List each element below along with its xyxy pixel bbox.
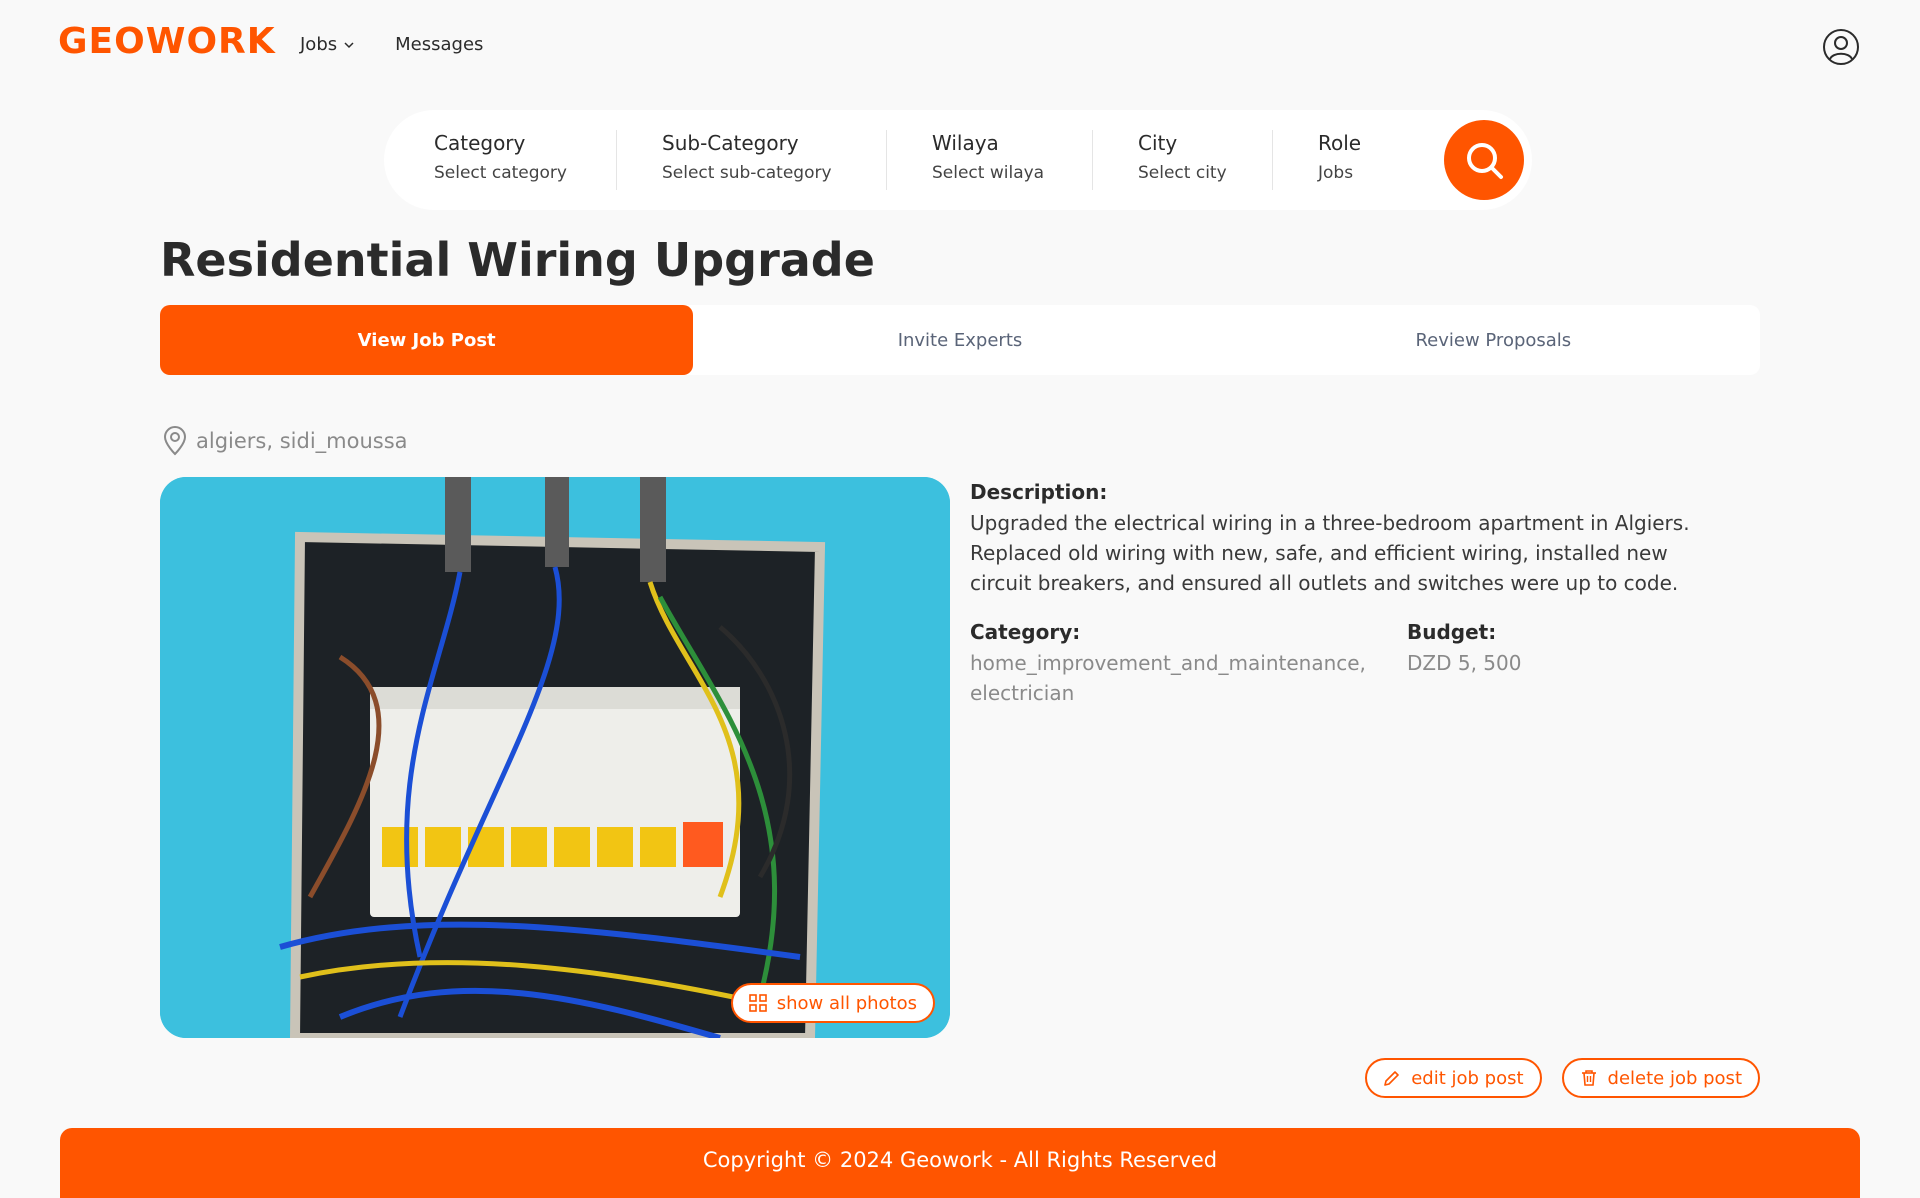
search-field-city[interactable]: City Select city xyxy=(1138,130,1227,190)
show-all-photos-label: show all photos xyxy=(776,992,917,1014)
nav-messages[interactable]: Messages xyxy=(395,34,483,55)
job-tabs: View Job Post Invite Experts Review Prop… xyxy=(160,305,1760,375)
location-pin-icon xyxy=(163,426,187,456)
job-photo[interactable]: show all photos xyxy=(160,477,950,1038)
location-text: algiers, sidi_moussa xyxy=(196,429,408,453)
search-field-value: Select category xyxy=(434,163,567,183)
grid-icon xyxy=(748,994,767,1012)
logo-text: GEOWORK xyxy=(58,21,276,62)
page-title: Residential Wiring Upgrade xyxy=(160,233,875,287)
search-field-label: Category xyxy=(434,131,526,155)
delete-job-post-label: delete job post xyxy=(1607,1067,1742,1089)
search-bar: Category Select category Sub-Category Se… xyxy=(384,110,1532,210)
show-all-photos-button[interactable]: show all photos xyxy=(730,983,935,1023)
search-field-value: Select wilaya xyxy=(932,163,1045,183)
search-field-role[interactable]: Role Jobs xyxy=(1318,130,1361,190)
category-block: Category: home_improvement_and_maintenan… xyxy=(970,618,1407,708)
search-field-value: Select city xyxy=(1138,163,1227,183)
top-header: GEOWORK Jobs Messages xyxy=(0,0,1920,96)
tab-invite-experts[interactable]: Invite Experts xyxy=(693,305,1226,375)
budget-block: Budget: DZD 5, 500 xyxy=(1407,618,1707,708)
tab-view-job-post[interactable]: View Job Post xyxy=(160,305,694,375)
tab-review-proposals[interactable]: Review Proposals xyxy=(1227,305,1760,375)
category-value: home_improvement_and_maintenance, electr… xyxy=(970,651,1366,705)
footer-copyright: Copyright © 2024 Geowork - All Rights Re… xyxy=(702,1148,1218,1172)
search-field-value: Select sub-category xyxy=(662,163,832,183)
pencil-icon xyxy=(1384,1071,1400,1086)
job-location: algiers, sidi_moussa xyxy=(162,426,408,456)
search-field-label: Sub-Category xyxy=(662,131,799,155)
chevron-down-icon xyxy=(344,41,354,48)
divider xyxy=(1272,130,1273,190)
search-field-category[interactable]: Category Select category xyxy=(434,130,567,190)
budget-value: DZD 5, 500 xyxy=(1407,651,1522,675)
main-nav: Jobs Messages xyxy=(300,34,483,55)
category-label: Category: xyxy=(970,620,1081,644)
delete-job-post-button[interactable]: delete job post xyxy=(1561,1058,1760,1098)
meta-row: Category: home_improvement_and_maintenan… xyxy=(970,618,1760,708)
divider xyxy=(1092,130,1093,190)
description-text: Upgraded the electrical wiring in a thre… xyxy=(970,511,1690,595)
job-actions: edit job post delete job post xyxy=(1365,1058,1760,1098)
search-field-sub-category[interactable]: Sub-Category Select sub-category xyxy=(662,130,832,190)
logo[interactable]: GEOWORK xyxy=(58,20,276,64)
search-icon xyxy=(1467,143,1503,179)
job-details: Description: Upgraded the electrical wir… xyxy=(970,478,1760,708)
search-field-value: Jobs xyxy=(1318,163,1354,183)
budget-label: Budget: xyxy=(1407,620,1497,644)
nav-jobs[interactable]: Jobs xyxy=(300,34,355,55)
divider xyxy=(886,130,887,190)
search-field-wilaya[interactable]: Wilaya Select wilaya xyxy=(932,130,1044,190)
search-button[interactable] xyxy=(1444,120,1524,200)
search-field-label: Wilaya xyxy=(932,131,999,155)
search-field-label: City xyxy=(1138,131,1178,155)
description-label: Description: xyxy=(970,480,1108,504)
trash-icon xyxy=(1581,1070,1596,1086)
search-field-label: Role xyxy=(1318,131,1362,155)
user-account-button[interactable] xyxy=(1822,28,1860,66)
electrical-panel-image xyxy=(160,477,950,1038)
edit-job-post-button[interactable]: edit job post xyxy=(1365,1058,1542,1098)
nav-messages-label: Messages xyxy=(395,34,484,55)
footer: Copyright © 2024 Geowork - All Rights Re… xyxy=(60,1128,1860,1198)
edit-job-post-label: edit job post xyxy=(1411,1067,1524,1089)
divider xyxy=(616,130,617,190)
nav-jobs-label: Jobs xyxy=(300,34,338,55)
user-circle-icon xyxy=(1823,29,1859,65)
